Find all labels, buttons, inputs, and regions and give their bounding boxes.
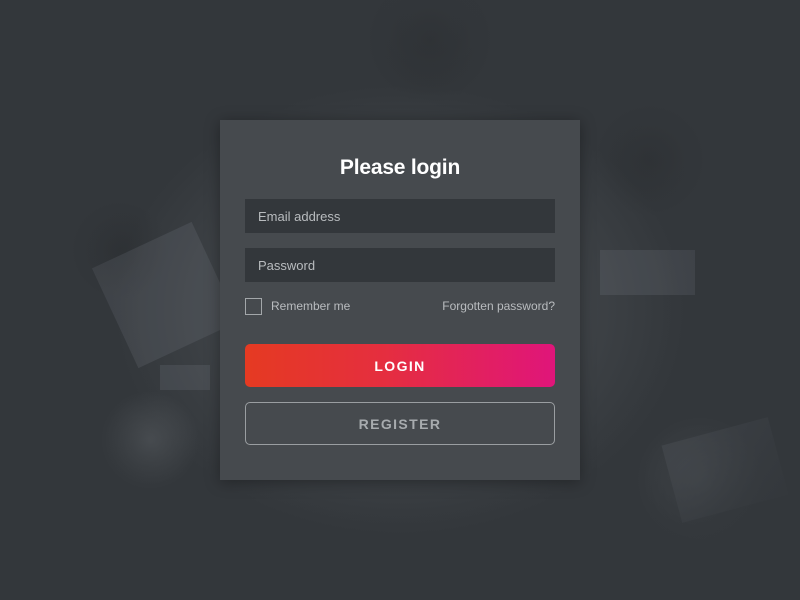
login-screen: Please login Remember me Forgotten passw…: [0, 0, 800, 600]
email-input[interactable]: [245, 199, 555, 233]
login-card: Please login Remember me Forgotten passw…: [220, 120, 580, 480]
remember-me-toggle[interactable]: Remember me: [245, 297, 351, 315]
register-button[interactable]: REGISTER: [245, 402, 555, 445]
remember-me-label: Remember me: [271, 299, 351, 313]
remember-me-checkbox[interactable]: [245, 297, 262, 315]
login-options-row: Remember me Forgotten password?: [245, 297, 555, 315]
login-title: Please login: [339, 156, 461, 179]
login-button[interactable]: LOGIN: [245, 344, 555, 387]
password-input[interactable]: [245, 248, 555, 282]
forgotten-password-link[interactable]: Forgotten password?: [442, 299, 555, 313]
